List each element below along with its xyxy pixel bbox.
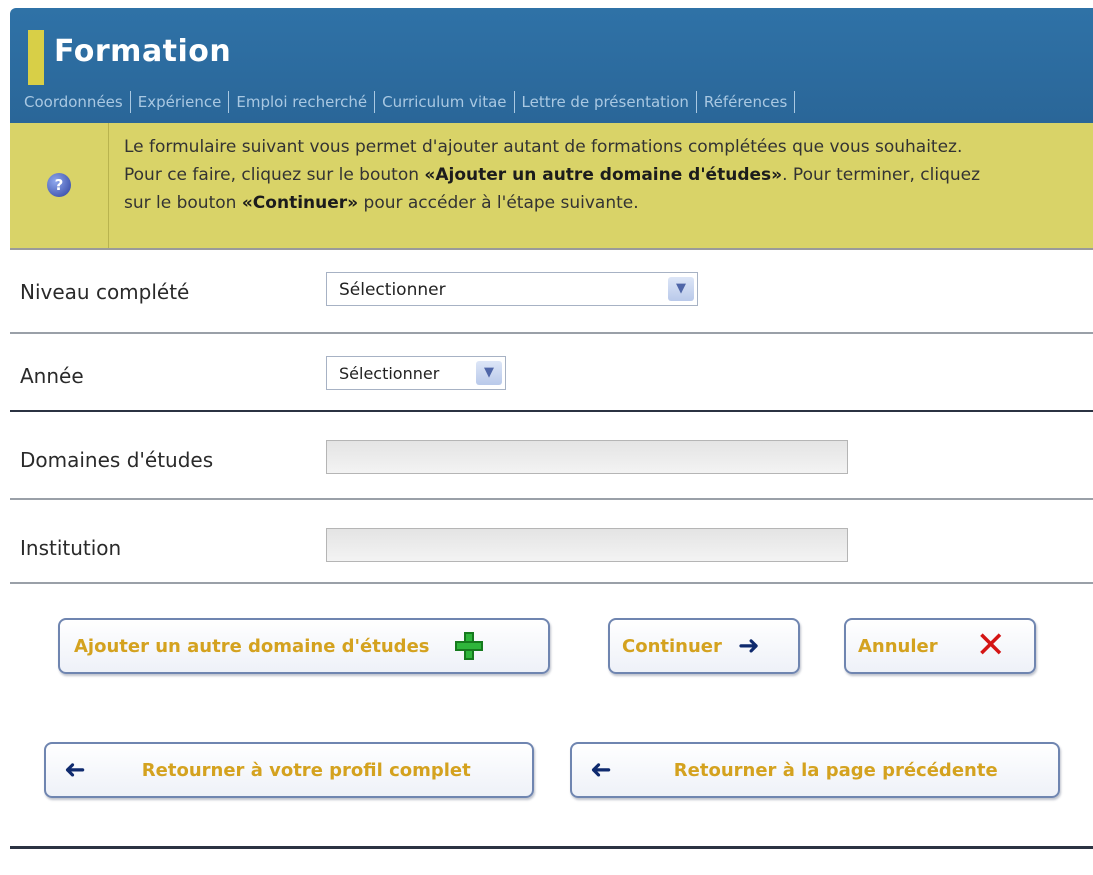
annee-select-value: Sélectionner: [339, 364, 440, 383]
info-line-2: Pour ce faire, cliquez sur le bouton «Aj…: [124, 161, 1089, 189]
continue-button-label: Continuer: [622, 635, 722, 657]
tab-curriculum-vitae[interactable]: Curriculum vitae: [375, 91, 515, 113]
add-domain-button[interactable]: Ajouter un autre domaine d'études: [58, 618, 550, 674]
back-to-previous-label: Retourner à la page précédente: [673, 759, 998, 781]
tab-experience[interactable]: Expérience: [131, 91, 230, 113]
row-annee: Année Sélectionner ▼: [10, 334, 1093, 412]
institution-label: Institution: [20, 536, 122, 560]
annee-select[interactable]: Sélectionner ▼: [326, 356, 506, 390]
close-icon: ✕: [975, 625, 1006, 666]
cancel-button[interactable]: Annuler ✕: [844, 618, 1036, 674]
domaines-label: Domaines d'études: [20, 448, 214, 472]
bottom-divider: [10, 846, 1093, 849]
continue-button[interactable]: Continuer ➜: [608, 618, 800, 674]
info-line-3-suffix: pour accéder à l'étape suivante.: [358, 193, 639, 213]
chevron-down-icon[interactable]: ▼: [668, 277, 694, 301]
chevron-down-icon[interactable]: ▼: [476, 361, 502, 385]
plus-icon: [454, 631, 484, 661]
info-line-3-bold: «Continuer»: [241, 193, 359, 213]
tab-emploi-recherche[interactable]: Emploi recherché: [229, 91, 376, 113]
info-line-2-bold: «Ajouter un autre domaine d'études»: [424, 165, 783, 185]
formation-panel: Formation Coordonnées Expérience Emploi …: [10, 8, 1093, 875]
row-niveau: Niveau complété Sélectionner ▼: [10, 250, 1093, 334]
arrow-left-icon: ➜: [64, 755, 86, 785]
add-domain-button-label: Ajouter un autre domaine d'études: [74, 635, 430, 657]
domaines-input[interactable]: [326, 440, 848, 474]
annee-label: Année: [20, 364, 84, 388]
row-domaines: Domaines d'études: [10, 412, 1093, 500]
back-to-previous-button[interactable]: ➜ Retourner à la page précédente: [570, 742, 1060, 798]
section-header: Formation Coordonnées Expérience Emploi …: [10, 8, 1093, 123]
title-accent-bar: [28, 30, 44, 85]
niveau-label: Niveau complété: [20, 280, 190, 304]
help-icon: ?: [47, 173, 71, 197]
info-line-3: sur le bouton «Continuer» pour accéder à…: [124, 189, 1089, 217]
info-icon-column: ?: [10, 123, 109, 248]
nav-tabs: Coordonnées Expérience Emploi recherché …: [24, 86, 796, 118]
arrow-left-icon: ➜: [590, 755, 612, 785]
niveau-select[interactable]: Sélectionner ▼: [326, 272, 698, 306]
info-box: ? Le formulaire suivant vous permet d'aj…: [10, 123, 1093, 250]
info-text: Le formulaire suivant vous permet d'ajou…: [124, 133, 1089, 217]
arrow-right-icon: ➜: [737, 631, 760, 661]
cancel-button-label: Annuler: [858, 635, 938, 657]
info-line-2-prefix: Pour ce faire, cliquez sur le bouton: [124, 165, 425, 185]
row-institution: Institution: [10, 500, 1093, 584]
back-to-profile-label: Retourner à votre profil complet: [141, 759, 471, 781]
tab-coordonnees[interactable]: Coordonnées: [24, 91, 131, 113]
institution-input[interactable]: [326, 528, 848, 562]
info-line-1: Le formulaire suivant vous permet d'ajou…: [124, 137, 963, 157]
niveau-select-value: Sélectionner: [339, 280, 446, 300]
tab-references[interactable]: Références: [697, 91, 796, 113]
page-title: Formation: [54, 34, 232, 69]
info-line-3-prefix: sur le bouton: [124, 193, 242, 213]
tab-lettre-presentation[interactable]: Lettre de présentation: [515, 91, 697, 113]
info-line-2-suffix: . Pour terminer, cliquez: [782, 165, 981, 185]
back-to-profile-button[interactable]: ➜ Retourner à votre profil complet: [44, 742, 534, 798]
